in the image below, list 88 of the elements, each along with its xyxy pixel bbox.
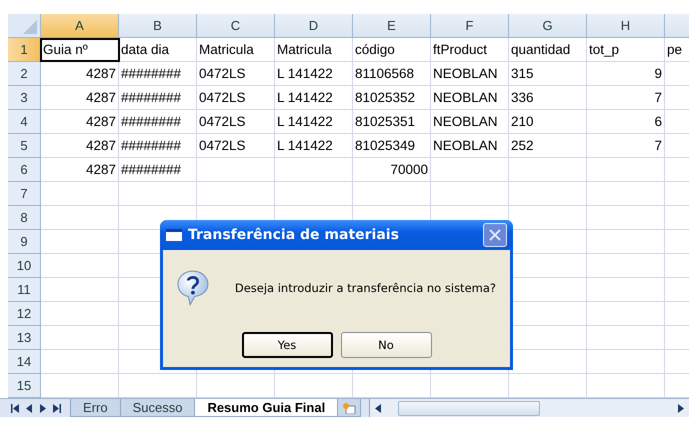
table-cell-text: 81025352 [354, 89, 416, 107]
dialog-button[interactable]: Yes [242, 332, 332, 358]
table-cell: Guia nº [41, 39, 119, 61]
table-cell-text: Matricula [198, 41, 255, 59]
dialog-message: Deseja introduzir a transferência no sistema? [234, 281, 496, 295]
sheet-tab[interactable]: Sucesso [120, 399, 196, 417]
table-cell-text: L 141422 [276, 89, 334, 107]
row-header[interactable]: 5 [8, 134, 41, 158]
table-cell-text: código [354, 41, 396, 59]
table-cell-text: 70000 [389, 161, 429, 179]
table-cell-text: 4287 [84, 137, 117, 155]
table-cell-text: ######## [120, 113, 182, 131]
column-header[interactable]: C [197, 14, 275, 38]
table-cell-text: NEOBLAN [432, 113, 499, 131]
table-cell-text: L 141422 [276, 65, 334, 83]
table-cell-text: 9 [653, 65, 663, 83]
insert-sheet-button[interactable] [337, 399, 362, 417]
column-header[interactable]: G [509, 14, 587, 38]
row-header[interactable]: 12 [8, 302, 41, 326]
table-cell-text: pe [666, 41, 684, 59]
table-cell-text: tot_p [588, 41, 620, 59]
table-cell-text: quantidad [510, 41, 572, 59]
table-cell-text: NEOBLAN [432, 65, 499, 83]
table-cell-text: 0472LS [198, 89, 247, 107]
sparkle-sheet-icon [342, 402, 356, 414]
table-cell-text: NEOBLAN [432, 89, 499, 107]
table-cell-text: NEOBLAN [432, 137, 499, 155]
dialog-title: Transferência de materiais [188, 227, 400, 243]
table-cell-text: L 141422 [276, 113, 334, 131]
table-cell-text: 0472LS [198, 113, 247, 131]
table-cell-text: 4287 [84, 89, 117, 107]
table-cell-text: 336 [510, 89, 535, 107]
question-icon [177, 269, 209, 307]
row-header[interactable]: 2 [8, 62, 41, 86]
row-header[interactable]: 15 [8, 374, 41, 398]
row-header[interactable]: 10 [8, 254, 41, 278]
table-cell-text: L 141422 [276, 137, 334, 155]
table-cell-text: ######## [120, 161, 182, 179]
table-cell-text: 210 [510, 113, 535, 131]
table-cell-text: 4287 [84, 65, 117, 83]
row-header[interactable]: 14 [8, 350, 41, 374]
sheet-tab[interactable]: Erro [70, 399, 121, 417]
row-header[interactable]: 4 [8, 110, 41, 134]
table-cell-text: ftProduct [432, 41, 488, 59]
dialog-button[interactable]: No [340, 332, 432, 358]
table-cell-text: 7 [653, 137, 663, 155]
table-cell-text: data dia [120, 41, 170, 59]
table-cell-text: Matricula [276, 41, 333, 59]
table-cell-text: 7 [653, 89, 663, 107]
table-cell-text: 315 [510, 65, 535, 83]
column-header[interactable]: F [431, 14, 509, 38]
table-cell-text: 81106568 [354, 65, 416, 83]
last-icon [53, 404, 61, 412]
table-cell-text: 81025349 [354, 137, 416, 155]
table-cell-text: ######## [120, 89, 182, 107]
column-header[interactable]: A [41, 14, 119, 38]
row-header[interactable]: 13 [8, 326, 41, 350]
row-header[interactable]: 9 [8, 230, 41, 254]
close-button[interactable] [483, 223, 507, 247]
column-header[interactable]: D [275, 14, 353, 38]
first-icon [11, 404, 19, 412]
table-cell-text: 4287 [84, 113, 117, 131]
table-cell-text: 0472LS [198, 137, 247, 155]
column-header[interactable]: E [353, 14, 431, 38]
close-icon [488, 228, 502, 242]
row-header[interactable]: 3 [8, 86, 41, 110]
column-header[interactable]: B [119, 14, 197, 38]
window-icon [166, 229, 182, 241]
row-header[interactable]: 6 [8, 158, 41, 182]
left-arrow-icon [374, 404, 382, 412]
right-arrow-icon [677, 404, 685, 412]
sheet-tab[interactable]: Resumo Guia Final [194, 399, 338, 417]
table-cell-text: 4287 [84, 161, 117, 179]
scroll-thumb[interactable] [398, 400, 540, 416]
horizontal-scrollbar[interactable] [369, 399, 689, 417]
table-cell-text: 0472LS [198, 65, 247, 83]
next-icon [39, 404, 47, 412]
row-header[interactable]: 7 [8, 182, 41, 206]
row-header[interactable]: 8 [8, 206, 41, 230]
row-header[interactable]: 1 [8, 38, 41, 62]
table-cell-text: ######## [120, 65, 182, 83]
table-cell-text: 81025351 [354, 113, 416, 131]
row-header[interactable]: 11 [8, 278, 41, 302]
table-cell-text: 6 [653, 113, 663, 131]
column-header[interactable]: H [587, 14, 665, 38]
table-cell-text: 252 [510, 137, 535, 155]
table-cell-text: ######## [120, 137, 182, 155]
previous-icon [25, 404, 33, 412]
